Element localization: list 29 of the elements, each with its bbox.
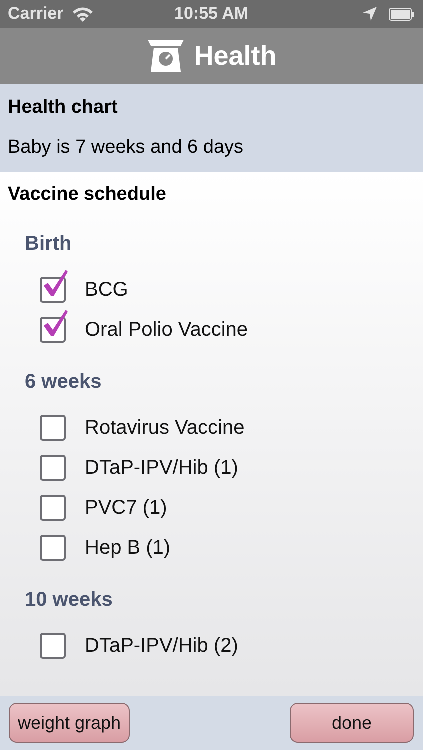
checkbox[interactable] [40, 494, 66, 520]
weight-graph-button[interactable]: weight graph [9, 703, 130, 743]
nav-title: Health [194, 40, 277, 73]
carrier-label: Carrier [8, 3, 64, 26]
checkbox[interactable] [40, 414, 66, 440]
checkbox[interactable] [40, 268, 70, 302]
clock: 10:55 AM [174, 3, 249, 26]
schedule-title: Vaccine schedule [7, 183, 168, 207]
checkbox[interactable] [40, 308, 70, 342]
checkbox[interactable] [40, 454, 66, 480]
vaccine-label: Rotavirus Vaccine [85, 416, 245, 440]
checkbox[interactable] [40, 632, 66, 658]
battery-icon [389, 8, 416, 20]
vaccine-label: PVC7 (1) [85, 496, 168, 520]
done-button[interactable]: done [290, 703, 414, 743]
vaccine-label: Oral Polio Vaccine [85, 318, 248, 342]
scale-icon [146, 38, 186, 74]
vaccine-label: BCG [85, 278, 128, 302]
wifi-icon [72, 6, 94, 22]
section-title: Health chart [8, 96, 119, 120]
group-heading: Birth [25, 232, 72, 256]
group-heading: 10 weeks [25, 588, 113, 612]
location-arrow-icon [363, 7, 378, 21]
vaccine-label: Hep B (1) [85, 536, 171, 560]
age-text: Baby is 7 weeks and 6 days [8, 136, 245, 160]
checkbox[interactable] [40, 534, 66, 560]
vaccine-label: DTaP-IPV/Hib (2) [85, 634, 238, 658]
group-heading: 6 weeks [25, 370, 102, 394]
vaccine-label: DTaP-IPV/Hib (1) [85, 456, 238, 480]
